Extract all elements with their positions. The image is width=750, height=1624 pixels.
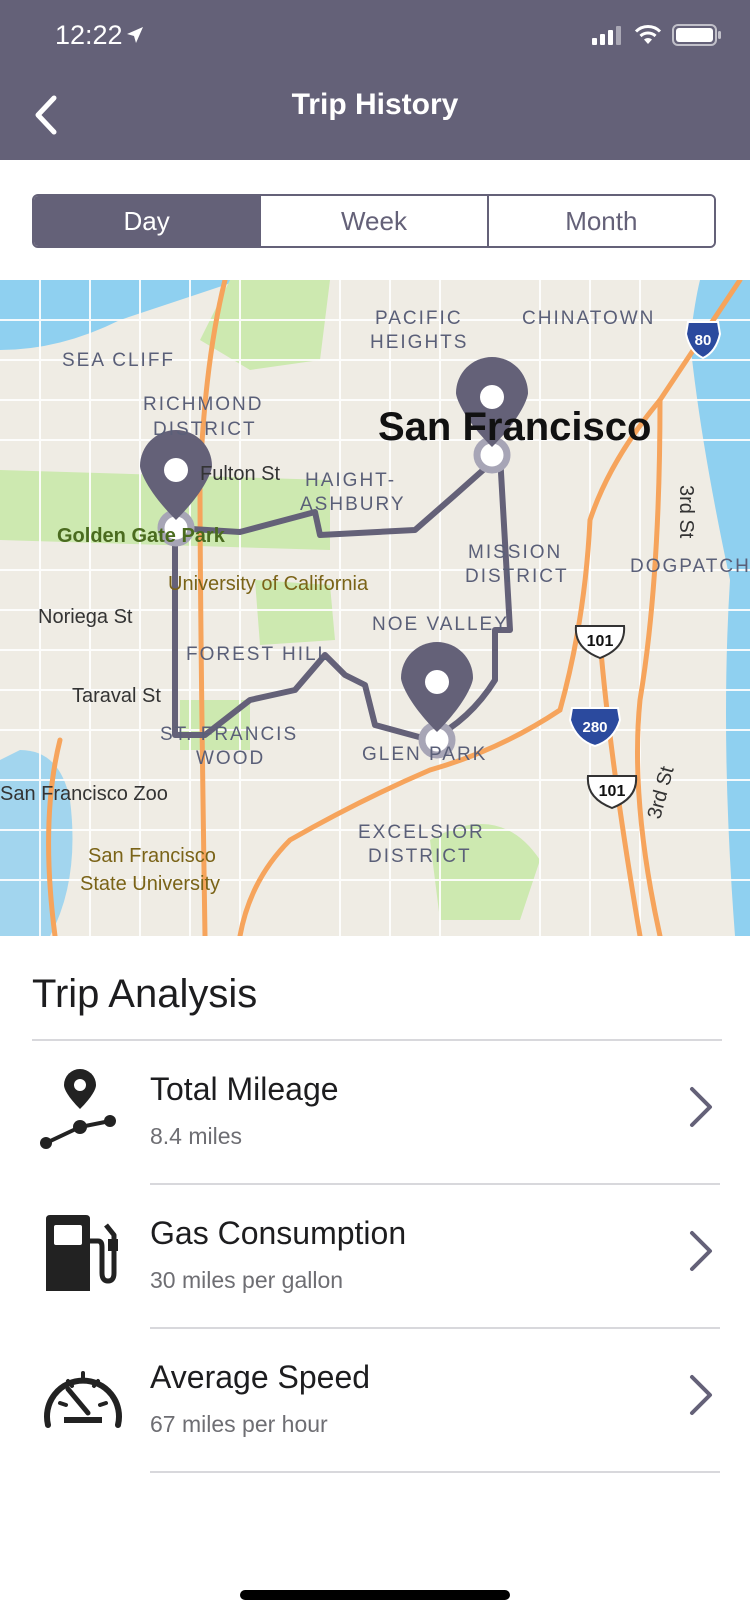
map-city-label: San Francisco [378, 405, 651, 449]
map-label: HEIGHTS [370, 332, 468, 353]
map-label: State University [80, 873, 220, 895]
map-label: DOGPATCH [630, 556, 750, 577]
map-label: EXCELSIOR [358, 822, 485, 843]
svg-text:280: 280 [582, 719, 607, 736]
average-speed-row[interactable]: Average Speed 67 miles per hour [0, 1329, 750, 1473]
map-label: DISTRICT [465, 566, 569, 587]
svg-text:101: 101 [599, 783, 626, 800]
wifi-icon [634, 25, 662, 44]
route-pin-icon [40, 1069, 116, 1149]
map-label: MISSION [468, 542, 562, 563]
segment-week[interactable]: Week [259, 196, 487, 246]
trip-map[interactable]: 80 280 101 101 SEA CLIFF RICHMOND DISTRI… [0, 280, 750, 936]
signal-icon [592, 26, 621, 45]
map-label: DISTRICT [368, 846, 472, 867]
map-label: ST. FRANCIS [160, 724, 298, 745]
map-label: PACIFIC [375, 308, 463, 329]
map-label: Taraval St [72, 685, 161, 707]
map-label: NOE VALLEY [372, 614, 509, 635]
row-subtitle: 8.4 miles [150, 1123, 243, 1149]
map-label: SEA CLIFF [62, 350, 175, 371]
map-label: GLEN PARK [362, 744, 487, 765]
map-label: Fulton St [200, 463, 280, 485]
map-label: HAIGHT- [305, 470, 396, 491]
us-101-shield-b: 101 [586, 775, 638, 810]
location-arrow-icon [127, 27, 143, 43]
trip-analysis-heading: Trip Analysis [32, 972, 258, 1016]
row-title: Total Mileage [150, 1071, 339, 1107]
map-label: WOOD [196, 748, 265, 769]
highway-19th-ave [197, 280, 228, 936]
map-label: San Francisco Zoo [0, 783, 168, 805]
segment-day[interactable]: Day [34, 196, 260, 246]
map-label: 3rd St [675, 485, 697, 539]
map-label: 3rd St [644, 764, 679, 822]
row-title: Average Speed [150, 1359, 371, 1395]
page-title: Trip History [291, 88, 459, 121]
map-label: Golden Gate Park [57, 525, 226, 547]
gas-pump-icon [46, 1215, 118, 1291]
map-label: FOREST HILL [186, 644, 330, 665]
map-label: CHINATOWN [522, 308, 655, 329]
map-label: RICHMOND [143, 394, 264, 415]
bay-water-east [690, 280, 750, 936]
map-label: ASHBURY [300, 494, 406, 515]
map-label: Noriega St [38, 606, 133, 628]
chevron-right-icon [690, 1375, 712, 1415]
status-time: 12:22 [55, 20, 123, 50]
svg-text:101: 101 [587, 633, 614, 650]
status-icons [592, 24, 722, 46]
map-label: San Francisco [88, 845, 216, 867]
chevron-right-icon [690, 1231, 712, 1271]
period-segmented-control: Day Week Month [32, 194, 716, 248]
nav-header: 12:22 Trip History [0, 0, 750, 160]
home-indicator[interactable] [240, 1590, 510, 1600]
segment-month[interactable]: Month [486, 196, 714, 246]
row-title: Gas Consumption [150, 1215, 407, 1251]
chevron-right-icon [690, 1087, 712, 1127]
svg-text:80: 80 [695, 332, 712, 349]
us-101-shield-a: 101 [574, 625, 626, 660]
battery-icon [672, 24, 721, 46]
map-label: DISTRICT [153, 419, 257, 440]
speedometer-icon [44, 1371, 122, 1428]
row-subtitle: 67 miles per hour [150, 1411, 328, 1437]
lake [0, 750, 73, 936]
map-label: University of California [168, 573, 369, 595]
gas-consumption-row[interactable]: Gas Consumption 30 miles per gallon [0, 1185, 750, 1329]
total-mileage-row[interactable]: Total Mileage 8.4 miles [0, 1041, 750, 1185]
divider [150, 1471, 720, 1473]
row-subtitle: 30 miles per gallon [150, 1267, 344, 1293]
